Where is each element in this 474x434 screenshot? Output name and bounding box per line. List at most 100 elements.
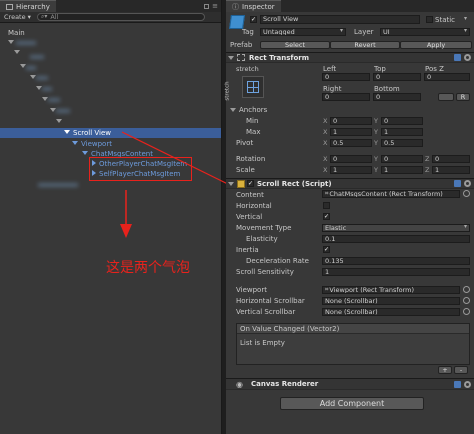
add-component-button[interactable]: Add Component xyxy=(280,397,424,410)
tree-item-blurred[interactable] xyxy=(56,117,65,127)
object-picker-icon[interactable] xyxy=(463,286,470,293)
tag-dropdown[interactable]: Untagged xyxy=(260,28,346,36)
anchor-preset-icon xyxy=(247,81,259,93)
bottom-field[interactable]: 0 xyxy=(373,93,421,101)
expand-icon[interactable] xyxy=(230,108,236,112)
gear-icon[interactable] xyxy=(464,180,471,187)
tree-root[interactable]: Main xyxy=(8,28,25,38)
event-remove-button[interactable]: - xyxy=(454,366,468,374)
scroll-rect-enabled-checkbox[interactable]: ✓ xyxy=(247,180,254,187)
object-picker-icon[interactable] xyxy=(463,308,470,315)
tree-item-blurred[interactable] xyxy=(14,48,23,58)
layer-dropdown[interactable]: UI xyxy=(380,28,470,36)
scale-y-field[interactable]: 1 xyxy=(381,166,423,174)
expand-icon[interactable] xyxy=(82,151,88,155)
tag-label: Tag xyxy=(242,28,254,36)
active-checkbox[interactable]: ✓ xyxy=(250,16,257,23)
scroll-sensitivity-field[interactable]: 1 xyxy=(322,268,470,276)
expand-icon[interactable] xyxy=(228,55,234,60)
left-label: Left xyxy=(323,65,337,73)
max-x-field[interactable]: 1 xyxy=(330,128,372,136)
expand-icon[interactable] xyxy=(64,130,70,134)
tab-inspector[interactable]: ⓘ Inspector xyxy=(226,0,281,12)
movement-type-dropdown[interactable]: Elastic xyxy=(322,224,470,232)
elasticity-field[interactable]: 0.1 xyxy=(322,235,470,243)
inspector-panel: ⓘ Inspector ✓ Scroll View Static ▾ Tag U… xyxy=(225,0,474,434)
pivot-x-field[interactable]: 0.5 xyxy=(330,139,372,147)
min-x-axis: X xyxy=(323,117,328,125)
pivot-y-axis: Y xyxy=(374,139,378,147)
horizontal-checkbox[interactable] xyxy=(323,202,330,209)
bottom-label: Bottom xyxy=(374,85,400,93)
help-icon[interactable] xyxy=(454,380,461,388)
vscrollbar-field[interactable]: None (Scrollbar) xyxy=(322,308,460,316)
static-dropdown-icon[interactable]: ▾ xyxy=(464,15,467,22)
raw-edit-button[interactable]: R xyxy=(456,93,470,101)
pivot-y-field[interactable]: 0.5 xyxy=(381,139,423,147)
prefab-select-button[interactable]: Select xyxy=(260,41,330,49)
object-name-field[interactable]: Scroll View xyxy=(260,15,420,24)
expand-icon[interactable] xyxy=(228,181,234,186)
scroll-rect-header[interactable]: ✓ Scroll Rect (Script) xyxy=(226,178,474,189)
event-add-button[interactable]: + xyxy=(438,366,452,374)
on-value-changed-event: On Value Changed (Vector2) List is Empty xyxy=(236,323,470,365)
max-y-field[interactable]: 1 xyxy=(381,128,423,136)
tab-hierarchy[interactable]: Hierarchy xyxy=(0,0,56,12)
pivot-label: Pivot xyxy=(236,139,254,147)
content-label: Content xyxy=(236,191,264,199)
max-x-axis: X xyxy=(323,128,328,136)
canvas-renderer-header[interactable]: ◉ Canvas Renderer xyxy=(226,378,474,390)
tab-hierarchy-label: Hierarchy xyxy=(16,2,50,11)
hscrollbar-field[interactable]: None (Scrollbar) xyxy=(322,297,460,305)
lock-icon[interactable] xyxy=(204,3,210,9)
blurred-label xyxy=(38,183,78,187)
inertia-checkbox[interactable]: ✓ xyxy=(323,246,330,253)
expand-icon[interactable] xyxy=(72,141,78,145)
scroll-rect-title: Scroll Rect (Script) xyxy=(257,179,332,188)
content-field[interactable]: ⌗ ChatMsgsContent (Rect Transform) xyxy=(322,190,460,198)
rot-y-field[interactable]: 0 xyxy=(381,155,423,163)
help-icon[interactable] xyxy=(454,54,461,61)
scale-z-field[interactable]: 1 xyxy=(432,166,470,174)
expand-icon[interactable] xyxy=(14,50,20,54)
top-field[interactable]: 0 xyxy=(373,73,421,81)
rect-transform-header[interactable]: Rect Transform xyxy=(226,52,474,63)
info-icon: ⓘ xyxy=(232,2,239,11)
posz-field[interactable]: 0 xyxy=(424,73,470,81)
menu-icon[interactable]: ≡ xyxy=(212,2,218,10)
prefab-apply-button[interactable]: Apply xyxy=(400,41,472,49)
left-field[interactable]: 0 xyxy=(322,73,370,81)
search-input[interactable]: ⌕▾ All xyxy=(36,13,205,21)
rect-transform-ref-icon: ⌗ xyxy=(325,286,329,293)
expand-icon[interactable] xyxy=(8,40,14,44)
min-y-field[interactable]: 0 xyxy=(381,117,423,125)
min-x-field[interactable]: 0 xyxy=(330,117,372,125)
help-icon[interactable] xyxy=(454,180,461,187)
list-icon xyxy=(6,3,13,10)
deceleration-field[interactable]: 0.135 xyxy=(322,257,470,265)
tree-item-viewport[interactable]: Viewport xyxy=(72,139,112,149)
vertical-checkbox[interactable]: ✓ xyxy=(323,213,330,220)
anchors-row[interactable]: Anchors xyxy=(230,106,267,114)
blurred-label xyxy=(48,98,60,102)
scale-x-field[interactable]: 1 xyxy=(330,166,372,174)
static-checkbox[interactable] xyxy=(426,16,433,23)
object-picker-icon[interactable] xyxy=(463,190,470,197)
prefab-revert-button[interactable]: Revert xyxy=(330,41,400,49)
anchor-preset-button[interactable] xyxy=(242,76,264,98)
object-picker-icon[interactable] xyxy=(463,297,470,304)
expand-icon[interactable] xyxy=(56,119,62,123)
event-title-bar: On Value Changed (Vector2) xyxy=(237,324,469,334)
blueprint-button[interactable] xyxy=(438,93,454,101)
rot-x-axis: X xyxy=(323,155,328,163)
horizontal-label: Horizontal xyxy=(236,202,272,210)
rot-x-field[interactable]: 0 xyxy=(330,155,372,163)
gear-icon[interactable] xyxy=(464,380,471,388)
blurred-label xyxy=(36,76,48,80)
pivot-x-axis: X xyxy=(323,139,328,147)
right-field[interactable]: 0 xyxy=(322,93,370,101)
rot-z-field[interactable]: 0 xyxy=(432,155,470,163)
gear-icon[interactable] xyxy=(464,54,471,61)
create-button[interactable]: Create ▾ xyxy=(4,13,31,21)
viewport-field[interactable]: ⌗ Viewport (Rect Transform) xyxy=(322,286,460,294)
